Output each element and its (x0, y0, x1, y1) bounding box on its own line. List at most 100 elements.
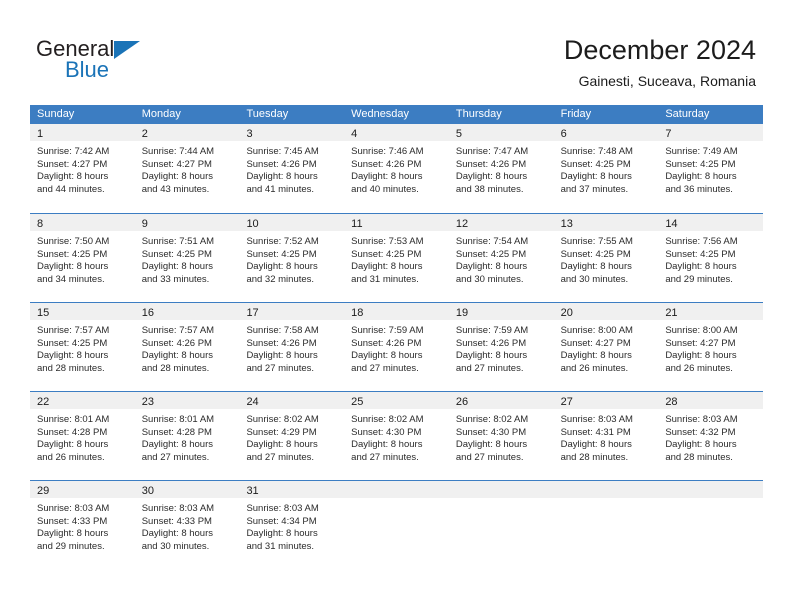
calendar-day-cell[interactable]: 13 Sunrise: 7:55 AM Sunset: 4:25 PM Dayligh… (553, 214, 659, 302)
calendar-day-cell[interactable]: 4 Sunrise: 7:46 AM Sunset: 4:26 PM Daylight… (344, 124, 449, 213)
daylight-text-line1: Daylight: 8 hours (351, 439, 423, 451)
calendar-day-cell[interactable]: 29 Sunrise: 8:03 AM Sunset: 4:33 PM Dayligh… (30, 481, 135, 569)
day-details: Sunrise: 7:46 AM Sunset: 4:26 PM Daylight:… (344, 141, 449, 196)
day-details: Sunrise: 7:42 AM Sunset: 4:27 PM Daylight:… (30, 141, 135, 196)
sunset-text: Sunset: 4:33 PM (141, 515, 212, 527)
day-details: Sunrise: 7:50 AM Sunset: 4:25 PM Daylight:… (30, 231, 135, 286)
day-number: 15 (37, 307, 50, 319)
calendar-day-cell[interactable]: 12 Sunrise: 7:54 AM Sunset: 4:25 PM Dayligh… (448, 214, 554, 302)
day-number-band: 15 (30, 303, 135, 320)
day-details: Sunrise: 7:53 AM Sunset: 4:25 PM Daylight:… (344, 231, 449, 286)
daylight-text-line1: Daylight: 8 hours (455, 439, 528, 451)
sunset-text: Sunset: 4:27 PM (560, 337, 631, 349)
day-details: Sunrise: 7:54 AM Sunset: 4:25 PM Daylight:… (449, 231, 554, 286)
calendar-day-cell[interactable]: 23 Sunrise: 8:01 AM Sunset: 4:28 PM Dayligh… (134, 392, 240, 480)
daylight-text-line2: and 44 minutes. (37, 183, 105, 195)
calendar-day-cell[interactable]: 5 Sunrise: 7:47 AM Sunset: 4:26 PM Daylight… (448, 124, 554, 213)
calendar-day-cell[interactable]: 9 Sunrise: 7:51 AM Sunset: 4:25 PM Daylight… (134, 214, 240, 302)
calendar-week-row: 8 Sunrise: 7:50 AM Sunset: 4:25 PM Daylight… (30, 213, 764, 302)
calendar-day-cell[interactable]: 6 Sunrise: 7:48 AM Sunset: 4:25 PM Daylight… (553, 124, 659, 213)
calendar-day-cell[interactable]: 2 Sunrise: 7:44 AM Sunset: 4:27 PM Daylight… (134, 124, 240, 213)
calendar-day-cell[interactable]: 30 Sunrise: 8:03 AM Sunset: 4:33 PM Dayligh… (134, 481, 240, 569)
sunrise-text: Sunrise: 7:47 AM (455, 146, 529, 157)
calendar-day-cell[interactable]: 21 Sunrise: 8:00 AM Sunset: 4:27 PM Dayligh… (658, 303, 764, 391)
day-number-band: 22 (30, 392, 135, 409)
calendar-day-cell[interactable]: 1 Sunrise: 7:42 AM Sunset: 4:27 PM Daylight… (30, 124, 135, 213)
calendar-day-cell[interactable]: 8 Sunrise: 7:50 AM Sunset: 4:25 PM Daylight… (30, 214, 135, 302)
daylight-text-line2: and 31 minutes. (351, 273, 419, 285)
day-details: Sunrise: 7:56 AM Sunset: 4:25 PM Daylight:… (658, 231, 763, 286)
day-number: 10 (246, 218, 259, 230)
sunset-text: Sunset: 4:28 PM (141, 426, 212, 438)
day-number-band: 4 (344, 124, 449, 141)
sunset-text: Sunset: 4:25 PM (37, 337, 108, 349)
day-number-band: 19 (448, 303, 554, 320)
calendar-day-cell[interactable]: 28 Sunrise: 8:03 AM Sunset: 4:32 PM Dayligh… (658, 392, 764, 480)
brand-logo[interactable]: General Blue (36, 36, 216, 86)
calendar-day-cell[interactable]: 18 Sunrise: 7:59 AM Sunset: 4:26 PM Dayligh… (344, 303, 449, 391)
calendar-day-cell[interactable]: 27 Sunrise: 8:03 AM Sunset: 4:31 PM Dayligh… (553, 392, 659, 480)
sunrise-text: Sunrise: 8:03 AM (141, 503, 215, 514)
sunrise-text: Sunrise: 7:44 AM (141, 146, 215, 157)
daylight-text-line1: Daylight: 8 hours (246, 528, 318, 540)
calendar-day-cell[interactable]: 10 Sunrise: 7:52 AM Sunset: 4:25 PM Dayligh… (239, 214, 345, 302)
day-number: 6 (560, 128, 567, 140)
daylight-text-line1: Daylight: 8 hours (351, 171, 423, 183)
calendar-day-cell[interactable]: 14 Sunrise: 7:56 AM Sunset: 4:25 PM Dayligh… (658, 214, 764, 302)
calendar-day-cell[interactable]: 17 Sunrise: 7:58 AM Sunset: 4:26 PM Dayligh… (239, 303, 345, 391)
calendar-day-cell[interactable]: 7 Sunrise: 7:49 AM Sunset: 4:25 PM Daylight… (658, 124, 764, 213)
day-of-week-monday: Monday (141, 108, 181, 120)
sunrise-text: Sunrise: 7:42 AM (37, 146, 110, 157)
daylight-text-line1: Daylight: 8 hours (665, 171, 737, 183)
daylight-text-line1: Daylight: 8 hours (246, 261, 318, 273)
day-details: Sunrise: 7:59 AM Sunset: 4:26 PM Daylight:… (344, 320, 449, 375)
daylight-text-line2: and 41 minutes. (246, 183, 315, 195)
daylight-text-line2: and 37 minutes. (560, 183, 629, 195)
day-number: 29 (37, 485, 50, 497)
daylight-text-line2: and 26 minutes. (560, 362, 629, 374)
sunrise-text: Sunrise: 7:54 AM (455, 236, 529, 247)
day-number-band: 29 (30, 481, 135, 498)
sunrise-text: Sunrise: 8:03 AM (37, 503, 110, 514)
calendar-week-row: 15 Sunrise: 7:57 AM Sunset: 4:25 PM Dayligh… (30, 302, 764, 391)
calendar-day-cell[interactable]: 25 Sunrise: 8:02 AM Sunset: 4:30 PM Dayligh… (344, 392, 449, 480)
sunrise-text: Sunrise: 7:59 AM (455, 325, 529, 336)
daylight-text-line2: and 27 minutes. (351, 451, 419, 463)
day-number: 18 (351, 307, 364, 319)
day-number: 21 (665, 307, 678, 319)
daylight-text-line1: Daylight: 8 hours (665, 261, 737, 273)
calendar-day-cell[interactable]: 15 Sunrise: 7:57 AM Sunset: 4:25 PM Dayligh… (30, 303, 135, 391)
day-of-week-wednesday: Wednesday (351, 108, 410, 120)
day-of-week-header: Sunday Monday Tuesday Wednesday Thursday Frid… (30, 105, 763, 124)
day-details: Sunrise: 8:01 AM Sunset: 4:28 PM Daylight:… (30, 409, 135, 464)
day-number-band: 20 (553, 303, 659, 320)
daylight-text-line2: and 30 minutes. (560, 273, 629, 285)
daylight-text-line2: and 31 minutes. (246, 540, 315, 552)
daylight-text-line1: Daylight: 8 hours (351, 350, 423, 362)
day-number: 13 (560, 218, 573, 230)
sunset-text: Sunset: 4:25 PM (37, 248, 108, 260)
sunset-text: Sunset: 4:25 PM (560, 158, 631, 170)
sunrise-text: Sunrise: 8:01 AM (141, 414, 215, 425)
calendar-page: General Blue December 2024 Gainesti, Suc… (0, 0, 792, 612)
day-number: 23 (141, 396, 154, 408)
calendar-day-cell[interactable]: 11 Sunrise: 7:53 AM Sunset: 4:25 PM Dayligh… (344, 214, 449, 302)
calendar-day-cell[interactable]: 22 Sunrise: 8:01 AM Sunset: 4:28 PM Dayligh… (30, 392, 135, 480)
page-title: December 2024 (563, 35, 756, 65)
day-number-band: 31 (239, 481, 345, 498)
calendar-day-cell[interactable]: 31 Sunrise: 8:03 AM Sunset: 4:34 PM Dayligh… (239, 481, 345, 569)
calendar-day-cell[interactable]: 19 Sunrise: 7:59 AM Sunset: 4:26 PM Dayligh… (448, 303, 554, 391)
calendar-day-cell[interactable]: 20 Sunrise: 8:00 AM Sunset: 4:27 PM Dayligh… (553, 303, 659, 391)
calendar-day-cell[interactable]: 26 Sunrise: 8:02 AM Sunset: 4:30 PM Dayligh… (448, 392, 554, 480)
daylight-text-line2: and 36 minutes. (665, 183, 733, 195)
calendar-day-cell[interactable]: 3 Sunrise: 7:45 AM Sunset: 4:26 PM Daylight… (239, 124, 345, 213)
daylight-text-line2: and 34 minutes. (37, 273, 105, 285)
calendar-day-cell[interactable]: 24 Sunrise: 8:02 AM Sunset: 4:29 PM Dayligh… (239, 392, 345, 480)
calendar-weeks: 1 Sunrise: 7:42 AM Sunset: 4:27 PM Daylight… (30, 124, 764, 569)
day-number: 24 (246, 396, 259, 408)
title-block: December 2024 Gainesti, Suceava, Romania (564, 34, 756, 90)
daylight-text-line2: and 27 minutes. (246, 451, 315, 463)
sunset-text: Sunset: 4:30 PM (455, 426, 527, 438)
calendar-day-cell[interactable]: 16 Sunrise: 7:57 AM Sunset: 4:26 PM Dayligh… (134, 303, 240, 391)
day-details: Sunrise: 8:02 AM Sunset: 4:30 PM Daylight:… (344, 409, 449, 464)
